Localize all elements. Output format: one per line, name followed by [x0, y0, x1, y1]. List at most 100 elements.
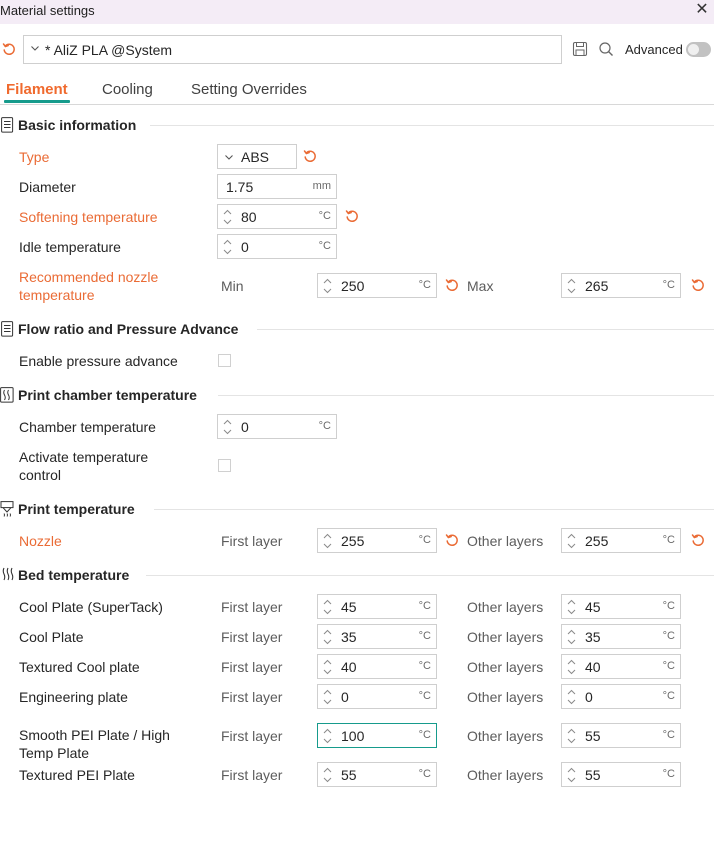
other-layers-label: Other layers	[467, 629, 544, 645]
spin-arrows-icon[interactable]	[323, 277, 332, 295]
bed-heat-icon	[2, 567, 14, 581]
diameter-input[interactable]: 1.75 mm	[217, 174, 337, 199]
tab-filament[interactable]: Filament	[6, 81, 68, 98]
nozzle-icon	[0, 501, 14, 517]
bed-first-layer-input[interactable]: 40 °C	[317, 654, 437, 679]
nozzle-first-layer-input[interactable]: 255 °C	[317, 528, 437, 553]
unit: °C	[418, 729, 431, 741]
nozzle-max-input[interactable]: 265 °C	[561, 273, 681, 298]
reset-icon[interactable]	[445, 278, 459, 292]
type-select[interactable]: ABS	[217, 144, 297, 169]
first-layer-label: First layer	[221, 689, 283, 705]
idle-temperature-input[interactable]: 0 °C	[217, 234, 337, 259]
bed-other-layers-input[interactable]: 35 °C	[561, 624, 681, 649]
spin-arrows-icon[interactable]	[323, 688, 332, 706]
section-bed-temperature: Bed temperature	[18, 567, 130, 583]
softening-temperature-input[interactable]: 80 °C	[217, 204, 337, 229]
spin-arrows-icon[interactable]	[567, 727, 576, 745]
bed-first-layer-input[interactable]: 0 °C	[317, 684, 437, 709]
pressure-advance-label: Enable pressure advance	[19, 353, 178, 369]
bed-other-layers-value: 55	[585, 767, 601, 783]
spin-arrows-icon[interactable]	[567, 628, 576, 646]
preset-selector[interactable]: * AliZ PLA @System	[23, 35, 562, 64]
spin-arrows-icon[interactable]	[567, 658, 576, 676]
other-layers-label: Other layers	[467, 689, 544, 705]
advanced-toggle[interactable]	[686, 42, 711, 57]
spin-arrows-icon[interactable]	[567, 598, 576, 616]
unit: °C	[662, 600, 675, 612]
bed-other-layers-input[interactable]: 55 °C	[561, 762, 681, 787]
spin-arrows-icon[interactable]	[567, 766, 576, 784]
bed-other-layers-input[interactable]: 0 °C	[561, 684, 681, 709]
spin-arrows-icon[interactable]	[323, 658, 332, 676]
bed-plate-label: Textured PEI Plate	[19, 767, 135, 783]
unit: °C	[418, 279, 431, 291]
tab-cooling[interactable]: Cooling	[102, 81, 153, 98]
spin-arrows-icon[interactable]	[323, 628, 332, 646]
first-layer-label: First layer	[221, 659, 283, 675]
spin-arrows-icon[interactable]	[323, 532, 332, 550]
section-divider	[218, 395, 714, 396]
chamber-temperature-label: Chamber temperature	[19, 419, 156, 435]
section-divider	[257, 329, 714, 330]
nozzle-other-layers-input[interactable]: 255 °C	[561, 528, 681, 553]
spin-arrows-icon[interactable]	[323, 727, 332, 745]
reset-icon[interactable]	[345, 209, 359, 223]
bed-first-layer-value: 40	[341, 659, 357, 675]
nozzle-min-input[interactable]: 250 °C	[317, 273, 437, 298]
section-divider	[150, 125, 714, 126]
reset-icon[interactable]	[445, 533, 459, 547]
softening-temperature-value: 80	[241, 209, 257, 225]
bed-other-layers-value: 0	[585, 689, 593, 705]
activate-temperature-label-line1: Activate temperature	[19, 449, 149, 465]
unit: °C	[418, 768, 431, 780]
unit: °C	[418, 690, 431, 702]
section-basic-information: Basic information	[18, 117, 137, 133]
bed-other-layers-input[interactable]: 45 °C	[561, 594, 681, 619]
bed-other-layers-input[interactable]: 40 °C	[561, 654, 681, 679]
spin-arrows-icon[interactable]	[223, 238, 232, 256]
chamber-temperature-input[interactable]: 0 °C	[217, 414, 337, 439]
reset-icon[interactable]	[691, 278, 705, 292]
other-layers-label: Other layers	[467, 599, 544, 615]
bed-first-layer-input[interactable]: 45 °C	[317, 594, 437, 619]
unit: °C	[418, 600, 431, 612]
chamber-heat-icon	[0, 387, 14, 403]
spin-arrows-icon[interactable]	[323, 766, 332, 784]
save-icon[interactable]	[572, 41, 588, 57]
type-label: Type	[19, 149, 50, 165]
section-flow-ratio: Flow ratio and Pressure Advance	[18, 321, 239, 337]
close-icon[interactable]: ✕	[694, 2, 710, 18]
bed-first-layer-input[interactable]: 35 °C	[317, 624, 437, 649]
spin-arrows-icon[interactable]	[223, 418, 232, 436]
nozzle-max-value: 265	[585, 278, 609, 294]
bed-other-layers-value: 55	[585, 728, 601, 744]
spin-arrows-icon[interactable]	[567, 532, 576, 550]
unit: °C	[662, 729, 675, 741]
spin-arrows-icon[interactable]	[567, 277, 576, 295]
spin-arrows-icon[interactable]	[323, 598, 332, 616]
activate-temperature-checkbox[interactable]	[218, 459, 231, 472]
bed-first-layer-input[interactable]: 55 °C	[317, 762, 437, 787]
spin-arrows-icon[interactable]	[223, 208, 232, 226]
type-value: ABS	[241, 149, 270, 165]
idle-temperature-value: 0	[241, 239, 249, 255]
active-tab-indicator	[4, 100, 70, 103]
bed-first-layer-input[interactable]: 100 °C	[317, 723, 437, 748]
first-layer-label: First layer	[221, 728, 283, 744]
reset-preset-icon[interactable]	[2, 42, 16, 56]
pressure-advance-checkbox[interactable]	[218, 354, 231, 367]
chevron-down-icon	[224, 152, 234, 162]
reset-icon[interactable]	[691, 533, 705, 547]
reset-icon[interactable]	[303, 149, 317, 163]
bed-plate-label: Cool Plate (SuperTack)	[19, 599, 163, 615]
unit: °C	[662, 279, 675, 291]
bed-plate-label-line1: Smooth PEI Plate / High	[19, 727, 170, 743]
spin-arrows-icon[interactable]	[567, 688, 576, 706]
unit: °C	[662, 660, 675, 672]
bed-other-layers-input[interactable]: 55 °C	[561, 723, 681, 748]
unit: °C	[318, 210, 331, 222]
tab-setting-overrides[interactable]: Setting Overrides	[191, 81, 307, 98]
search-icon[interactable]	[598, 41, 614, 57]
bed-other-layers-value: 45	[585, 599, 601, 615]
